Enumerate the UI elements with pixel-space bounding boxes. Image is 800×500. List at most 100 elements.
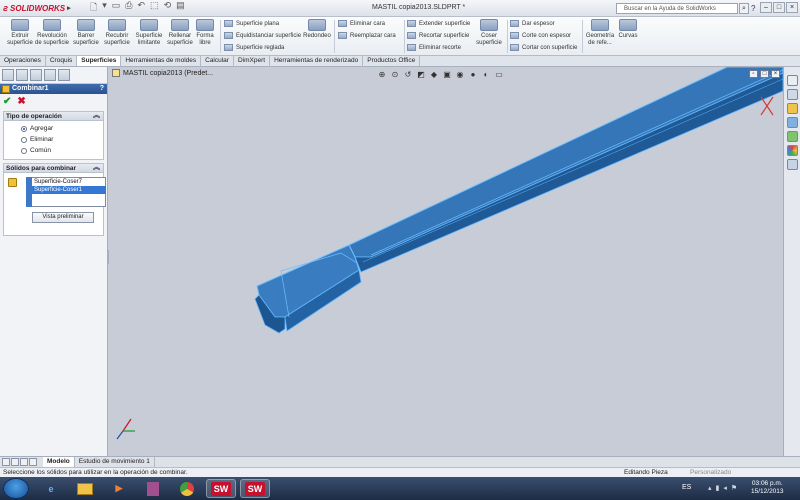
display-style-icon[interactable]: ▣ — [442, 70, 452, 80]
minimize-icon[interactable]: – — [760, 2, 772, 13]
open-file-icon[interactable]: ▾ — [102, 0, 107, 16]
radio-agregar[interactable]: Agregar — [4, 123, 103, 134]
solidworks-resources-icon[interactable] — [787, 75, 798, 86]
reference-geometry-button[interactable]: Geometría de refe... — [584, 19, 616, 47]
flyout-feature-tree[interactable]: MASTIL copia2013 (Predet... — [112, 69, 213, 77]
ok-check-icon[interactable]: ✔ — [3, 96, 11, 107]
media-player-icon[interactable]: ▶ — [104, 479, 134, 498]
freeform-button[interactable]: Forma libre — [190, 19, 220, 47]
tab-croquis[interactable]: Croquis — [46, 56, 78, 66]
trim-surface-button[interactable]: Recortar superficie — [407, 32, 469, 39]
tab-modelo[interactable]: Modelo — [43, 457, 75, 467]
graphics-area[interactable]: MASTIL copia2013 (Predet... ⊕ ⊙ ↺ ◩ ◆ ▣ … — [109, 67, 783, 456]
delete-face-button[interactable]: Eliminar cara — [338, 20, 385, 27]
collapse-chevron-icon[interactable]: ︽ — [93, 111, 100, 120]
chrome-icon[interactable] — [172, 479, 202, 498]
solidworks-taskbar-icon-2[interactable]: SW — [240, 479, 270, 498]
tab-productos-office[interactable]: Productos Office — [363, 56, 421, 66]
viewport-close-icon[interactable]: × — [771, 70, 780, 78]
edit-appearance-icon[interactable]: ● — [468, 70, 478, 80]
file-explorer-icon[interactable] — [787, 103, 798, 114]
options-icon[interactable]: ▤ — [176, 0, 185, 16]
preview-button[interactable]: Vista preliminar — [32, 212, 94, 223]
file-explorer-icon[interactable] — [70, 479, 100, 498]
apply-scene-icon[interactable]: ◐ — [481, 70, 491, 80]
radio-eliminar[interactable]: Eliminar — [4, 134, 103, 145]
planar-surface-button[interactable]: Superficie plana — [224, 20, 279, 27]
hide-show-icon[interactable]: ◉ — [455, 70, 465, 80]
pm-help-button[interactable]: ? — [100, 84, 104, 94]
tab-herramientas-renderizado[interactable]: Herramientas de renderizado — [270, 56, 364, 66]
tab-operaciones[interactable]: Operaciones — [0, 56, 46, 66]
network-icon[interactable]: ▮ — [716, 484, 720, 492]
property-manager-icon[interactable] — [16, 69, 28, 81]
collapse-chevron-icon[interactable]: ︽ — [93, 163, 100, 172]
curves-button[interactable]: Curvas — [614, 19, 642, 40]
flag-icon[interactable]: ⚑ — [731, 484, 737, 492]
search-results-icon[interactable] — [787, 131, 798, 142]
display-manager-icon[interactable] — [58, 69, 70, 81]
help-button[interactable]: ? — [751, 4, 755, 13]
rebuild-icon[interactable]: ⟲ — [164, 0, 172, 16]
feature-manager-icon[interactable] — [2, 69, 14, 81]
revolve-surface-button[interactable]: Revolución de superficie — [34, 19, 70, 47]
untrim-surface-button[interactable]: Eliminar recorte — [407, 44, 461, 51]
operation-type-header[interactable]: Tipo de operación ︽ — [4, 112, 103, 121]
design-library-icon[interactable] — [787, 89, 798, 100]
winrar-icon[interactable] — [138, 479, 168, 498]
undo-icon[interactable]: ↶ — [138, 0, 146, 16]
custom-properties-icon[interactable] — [787, 159, 798, 170]
solidworks-logo[interactable]: ƨ SOLIDWORKS ▸ — [0, 3, 72, 13]
extend-surface-button[interactable]: Extender superficie — [407, 20, 470, 27]
zoom-to-fit-icon[interactable]: ⊕ — [377, 70, 387, 80]
list-item[interactable]: Superficie-Coser7 — [32, 178, 106, 186]
section-view-icon[interactable]: ◩ — [416, 70, 426, 80]
close-icon[interactable]: × — [786, 2, 798, 13]
internet-explorer-icon[interactable]: e — [36, 479, 66, 498]
fillet-button[interactable]: Redondeo — [300, 19, 334, 40]
search-icon[interactable]: ⌕ — [739, 3, 749, 14]
knit-surface-button[interactable]: Coser superficie — [472, 19, 506, 47]
first-tab-icon[interactable] — [2, 458, 10, 466]
volume-icon[interactable]: ◂ — [723, 484, 727, 492]
start-button[interactable] — [3, 478, 29, 499]
replace-face-button[interactable]: Reemplazar cara — [338, 32, 396, 39]
viewport-maximize-icon[interactable]: □ — [760, 70, 769, 78]
tab-superficies[interactable]: Superficies — [77, 56, 122, 66]
tab-estudio-movimiento[interactable]: Estudio de movimiento 1 — [75, 457, 155, 467]
appearances-icon[interactable] — [787, 145, 798, 156]
thicken-button[interactable]: Dar espesor — [510, 20, 555, 27]
tray-arrow-icon[interactable]: ▴ — [708, 484, 712, 492]
language-indicator[interactable]: ES — [682, 484, 691, 491]
view-orientation-icon[interactable]: ◆ — [429, 70, 439, 80]
list-item[interactable]: Superficie-Coser1 — [32, 186, 106, 194]
last-tab-icon[interactable] — [29, 458, 37, 466]
save-icon[interactable]: ▭ — [112, 0, 121, 16]
print-icon[interactable]: ⎙ — [125, 0, 132, 16]
thickened-cut-button[interactable]: Corte con espesor — [510, 32, 571, 39]
status-personalized[interactable]: Personalizado — [690, 468, 731, 477]
zoom-area-icon[interactable]: ⊙ — [390, 70, 400, 80]
new-file-icon[interactable]: 🗋 — [90, 0, 97, 16]
cancel-x-icon[interactable]: ✖ — [17, 96, 25, 107]
ruled-surface-button[interactable]: Superficie reglada — [224, 44, 284, 51]
select-icon[interactable]: ⬚ — [150, 0, 159, 16]
loft-surface-button[interactable]: Recubrir superficie — [99, 19, 135, 47]
offset-surface-button[interactable]: Equidistanciar superficie — [224, 32, 301, 39]
extrude-surface-button[interactable]: Extruir superficie — [2, 19, 38, 47]
configuration-manager-icon[interactable] — [30, 69, 42, 81]
surface-cut-button[interactable]: Cortar con superficie — [510, 44, 577, 51]
previous-view-icon[interactable]: ↺ — [403, 70, 413, 80]
dimxpert-manager-icon[interactable] — [44, 69, 56, 81]
model-top-face[interactable] — [348, 67, 783, 258]
bodies-to-combine-header[interactable]: Sólidos para combinar ︽ — [4, 164, 103, 173]
viewport-restore-icon[interactable]: ▫ — [749, 70, 758, 78]
tab-dimxpert[interactable]: DimXpert — [234, 56, 271, 66]
prev-tab-icon[interactable] — [11, 458, 19, 466]
next-tab-icon[interactable] — [20, 458, 28, 466]
maximize-icon[interactable]: □ — [773, 2, 785, 13]
radio-comun[interactable]: Común — [4, 145, 103, 156]
view-settings-icon[interactable]: ▭ — [494, 70, 504, 80]
view-palette-icon[interactable] — [787, 117, 798, 128]
help-search-input[interactable]: Buscar en la Ayuda de SolidWorks — [616, 3, 738, 14]
